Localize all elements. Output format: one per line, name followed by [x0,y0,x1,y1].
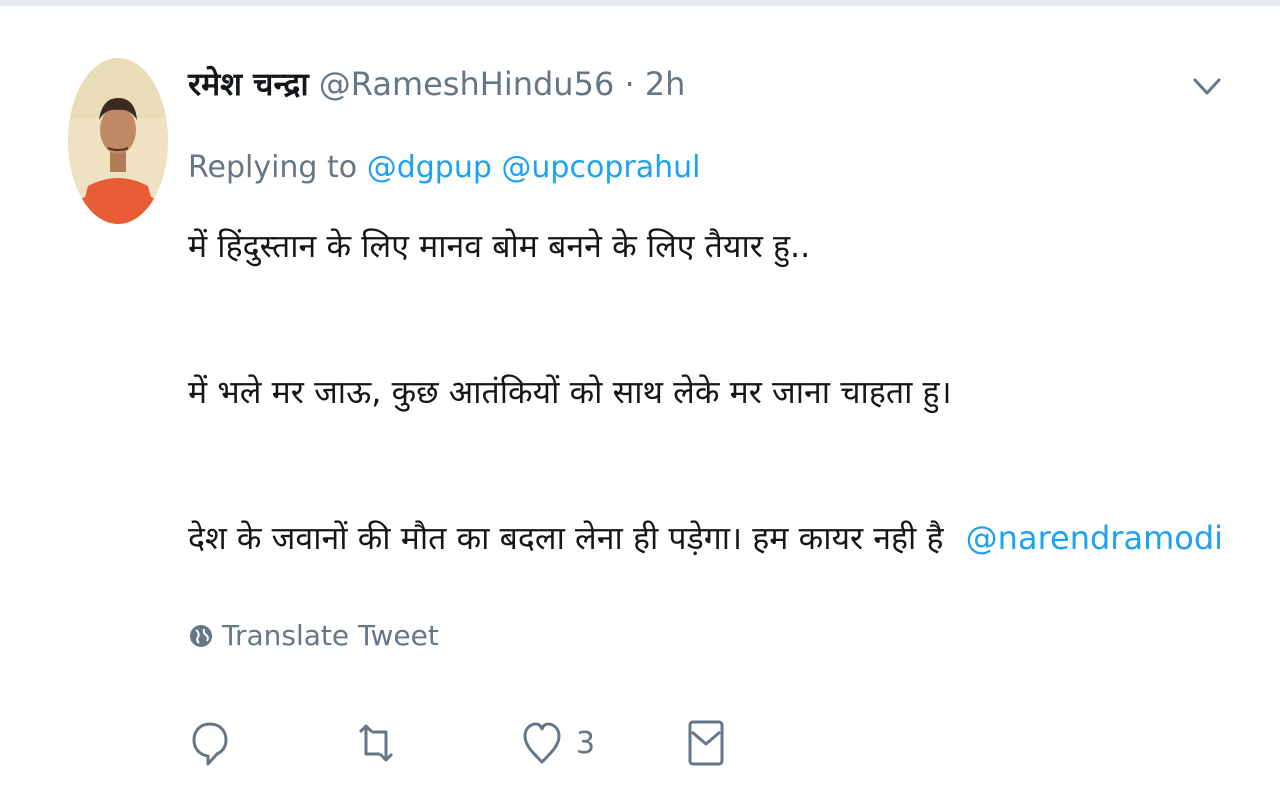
envelope-icon [688,720,724,766]
reply-icon [192,722,228,766]
globe-icon [190,625,212,647]
tweet-menu-button[interactable] [1190,72,1224,102]
avatar[interactable] [68,58,168,224]
tweet-text-line-1: में हिंदुस्तान के लिए मानव बोम बनने के ल… [188,227,811,265]
translate-label: Translate Tweet [222,619,439,652]
tweet-text-line-3: देश के जवानों की मौत का बदला लेना ही पड़… [188,516,1223,560]
reply-mention-dgpup[interactable]: @dgpup [367,150,492,185]
like-button[interactable]: 3 [522,718,595,768]
retweet-button[interactable] [356,718,396,768]
header-separator: · [624,65,635,103]
replying-to: Replying to @dgpup @upcoprahul [188,148,700,188]
tweet-card[interactable]: रमेश चन्द्रा @RameshHindu56 · 2h Replyin… [0,6,1280,798]
tweet-text-line-2: में भले मर जाऊ, कुछ आतंकियों को साथ लेके… [188,373,952,411]
reply-button[interactable] [190,718,230,768]
retweet-icon [358,724,394,762]
reply-mention-upcoprahul[interactable]: @upcoprahul [501,150,700,185]
chevron-down-icon [1193,78,1221,95]
tweet-text-line-3-text: देश के जवानों की मौत का बदला लेना ही पड़… [188,519,944,557]
tweet-timestamp[interactable]: 2h [645,65,686,103]
author-handle[interactable]: @RameshHindu56 [319,65,615,103]
body-mention-narendramodi[interactable]: @narendramodi [966,519,1223,557]
direct-message-button[interactable] [686,718,726,768]
author-name[interactable]: रमेश चन्द्रा [188,65,309,103]
avatar-image [68,58,168,224]
heart-icon [523,722,561,764]
tweet-header: रमेश चन्द्रा @RameshHindu56 · 2h [188,64,685,104]
replying-prefix: Replying to [188,150,358,185]
translate-tweet-link[interactable]: Translate Tweet [188,616,439,656]
like-count: 3 [576,725,596,761]
